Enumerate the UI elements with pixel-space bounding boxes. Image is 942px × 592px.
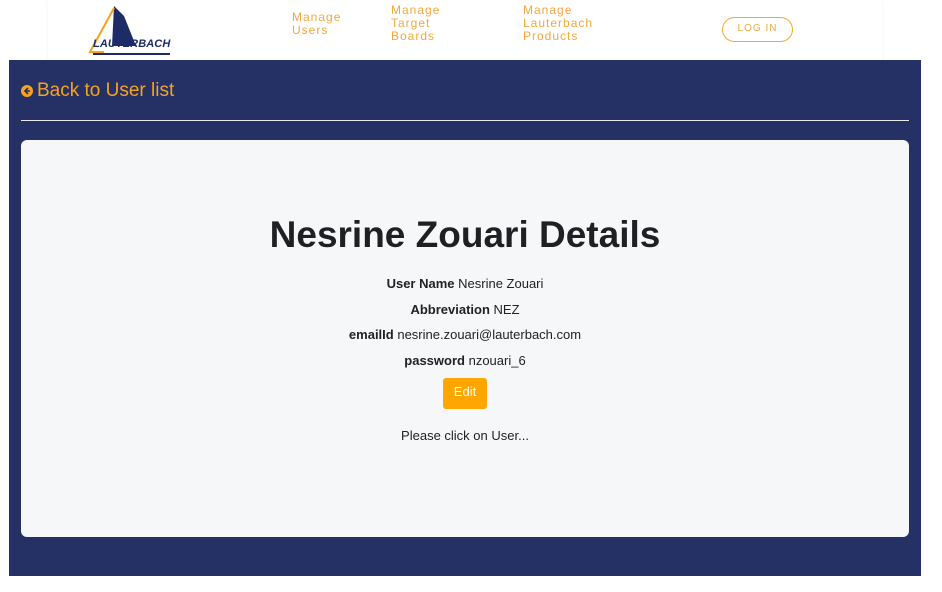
nav-manage-users[interactable]: Manage Users: [292, 11, 341, 37]
field-email: emailId nesrine.zouari@lauterbach.com: [21, 327, 909, 342]
nav-manage-lauterbach-products[interactable]: Manage Lauterbach Products: [523, 4, 593, 43]
field-value: Nesrine Zouari: [458, 276, 544, 291]
back-link-label: Back to User list: [37, 80, 175, 101]
nav-manage-target-boards[interactable]: Manage Target Boards: [391, 4, 440, 43]
field-user-name: User Name Nesrine Zouari: [21, 276, 909, 291]
login-button[interactable]: LOG IN: [722, 17, 793, 42]
back-to-user-list-link[interactable]: Back to User list: [21, 80, 174, 102]
user-details-card: Nesrine Zouari Details User Name Nesrine…: [21, 140, 909, 537]
brand-name: LAUTERBACH: [93, 38, 171, 50]
field-value: nzouari_6: [468, 353, 526, 368]
field-value: NEZ: [493, 302, 520, 317]
field-value: nesrine.zouari@lauterbach.com: [397, 327, 582, 342]
field-password: password nzouari_6: [21, 353, 909, 368]
page-title: Nesrine Zouari Details: [269, 214, 661, 255]
main-panel: Back to User list Nesrine Zouari Details…: [9, 60, 921, 576]
lauterbach-logo[interactable]: LAUTERBACH: [78, 4, 178, 56]
top-navbar: LAUTERBACH Manage Users Manage Target Bo…: [48, 0, 882, 60]
hint-text: Please click on User...: [401, 428, 529, 443]
field-label: Abbreviation: [410, 302, 490, 317]
field-label: password: [404, 353, 465, 368]
field-abbreviation: Abbreviation NEZ: [21, 302, 909, 317]
divider: [21, 120, 909, 121]
edit-button[interactable]: Edit: [443, 378, 487, 409]
arrow-left-circle-icon: [21, 85, 33, 97]
field-label: emailId: [348, 327, 394, 342]
field-label: User Name: [386, 276, 455, 291]
